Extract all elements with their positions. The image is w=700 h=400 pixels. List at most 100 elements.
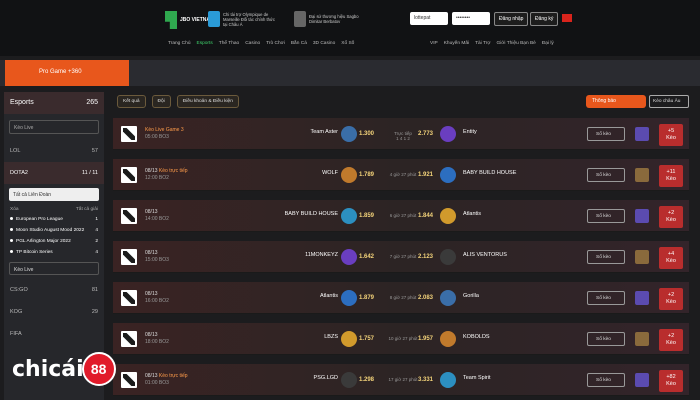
- nav-3d-casino[interactable]: 3D Casino: [313, 41, 335, 46]
- away-team: Gorilla: [463, 293, 479, 299]
- away-team-logo-icon: [440, 208, 456, 224]
- more-odds-button[interactable]: +2 Kèo: [659, 288, 683, 310]
- away-odds[interactable]: 3.331: [418, 377, 433, 383]
- more-odds-button[interactable]: +4 Kèo: [659, 247, 683, 269]
- away-odds[interactable]: 2.773: [418, 131, 433, 137]
- match-time-remaining: Trực tiếp 1 4 1 2: [394, 131, 412, 141]
- home-odds[interactable]: 1.789: [359, 172, 374, 178]
- sidebar-item-kog[interactable]: KOG 29: [4, 301, 104, 323]
- watermark-logo: chicái 88: [12, 352, 116, 386]
- partner-om: Chi tài trợ Olympique de Marseille Đối t…: [208, 11, 279, 27]
- match-row[interactable]: 08/13 15:00 BO3 11MONKEYZ 1.642 7 giờ 27 …: [113, 241, 689, 273]
- odds-book-button[interactable]: Sổ kèo: [587, 291, 625, 305]
- home-team: 11MONKEYZ: [305, 252, 338, 258]
- match-row[interactable]: Kèo Live Game 3 05:00 BO3 Team Aster 1.30…: [113, 118, 689, 150]
- game-label: LOL: [10, 148, 21, 154]
- nav-fishing[interactable]: Bắn Cá: [291, 41, 307, 46]
- match-row[interactable]: 08/13 14:00 BO2 BABY BUILD HOUSE 1.859 6 …: [113, 200, 689, 232]
- odds-book-button[interactable]: Sổ kèo: [587, 168, 625, 182]
- home-odds[interactable]: 1.298: [359, 377, 374, 383]
- match-row[interactable]: 08/13 16:00 BO2 Atlantis 1.879 8 giờ 27 p…: [113, 282, 689, 314]
- league-item[interactable]: PGL Arlington Major 2022 2: [4, 236, 104, 247]
- match-time-remaining: 10 giờ 27 phút: [388, 336, 418, 341]
- main-nav: Trang Chủ Esports Thể Thao Casino Trò Ch…: [168, 41, 354, 46]
- odds-book-button[interactable]: Sổ kèo: [587, 373, 625, 387]
- more-odds-button[interactable]: +5 Kèo: [659, 124, 683, 146]
- sidebar-item-lol[interactable]: LOL 57: [4, 140, 104, 162]
- brand-logo[interactable]: JBO VIETNAM: [165, 11, 214, 29]
- team-filter[interactable]: Đội: [151, 95, 171, 108]
- nav-casino[interactable]: Casino: [245, 41, 260, 46]
- home-team: PSG.LGD: [313, 375, 338, 381]
- register-button[interactable]: Đăng ký: [530, 12, 559, 26]
- tab-pro-game[interactable]: Pro Game +360: [5, 60, 129, 86]
- more-odds-button[interactable]: +82 Kèo: [659, 370, 683, 392]
- home-odds[interactable]: 1.757: [359, 336, 374, 342]
- home-team: Atlantis: [319, 293, 338, 299]
- sidebar-item-fifa[interactable]: FIFA: [4, 323, 104, 345]
- home-odds[interactable]: 1.300: [359, 131, 374, 137]
- match-row[interactable]: 08/13 Kèo trực tiếp 01:00 BO3 PSG.LGD 1.2…: [113, 364, 689, 396]
- terms-filter[interactable]: Điều khoản & Điều kiện: [176, 95, 239, 108]
- league-item[interactable]: Moon Studio August Mood 2022 4: [4, 225, 104, 236]
- odds-book-button[interactable]: Sổ kèo: [587, 332, 625, 346]
- nav-home[interactable]: Trang Chủ: [168, 41, 191, 46]
- match-meta: Kèo Live Game 3 05:00 BO3: [145, 127, 184, 140]
- home-team: Team Aster: [310, 129, 338, 135]
- nav-sponsorship[interactable]: Tài Trợ: [475, 41, 490, 46]
- away-odds[interactable]: 2.083: [418, 295, 433, 301]
- away-team: BABY BUILD HOUSE: [463, 170, 517, 176]
- login-button[interactable]: Đăng nhập: [494, 12, 529, 26]
- live-odds-filter[interactable]: Kèo Live: [9, 120, 99, 134]
- select-all-link[interactable]: Tất cả giải: [76, 207, 98, 212]
- notification-button[interactable]: Thông báo: [586, 95, 646, 108]
- nav-sports[interactable]: Thể Thao: [219, 41, 239, 46]
- password-input[interactable]: ••••••••: [452, 12, 490, 25]
- league-select[interactable]: Tất cả Liên Đoàn: [9, 188, 99, 201]
- odds-book-button[interactable]: Sổ kèo: [587, 250, 625, 264]
- home-odds[interactable]: 1.879: [359, 295, 374, 301]
- match-row[interactable]: 08/13 Kèo trực tiếp 12:00 BO2 WOLF 1.789 …: [113, 159, 689, 191]
- away-odds[interactable]: 1.921: [418, 172, 433, 178]
- home-odds[interactable]: 1.859: [359, 213, 374, 219]
- away-odds[interactable]: 1.844: [418, 213, 433, 219]
- odds-book-button[interactable]: Sổ kèo: [587, 127, 625, 141]
- away-team: Entity: [463, 129, 477, 135]
- nav-lottery[interactable]: Xổ Số: [341, 41, 354, 46]
- away-team-logo-icon: [440, 290, 456, 306]
- sidebar-item-dota2[interactable]: DOTA2 11 / 11: [4, 162, 104, 184]
- nav-games[interactable]: Trò Chơi: [266, 41, 285, 46]
- odds-format-button[interactable]: Kèo châu Âu: [649, 95, 689, 108]
- game-label: FIFA: [10, 331, 22, 337]
- match-row[interactable]: 08/13 18:00 BO2 LBZS 1.757 10 giờ 27 phút…: [113, 323, 689, 355]
- results-filter[interactable]: Kết quả: [117, 95, 146, 108]
- match-time-remaining: 6 giờ 27 phút: [389, 213, 417, 218]
- league-item[interactable]: European Pro League 1: [4, 214, 104, 225]
- home-team: WOLF: [322, 170, 338, 176]
- nav-vip[interactable]: VIP: [430, 41, 438, 46]
- more-odds-button[interactable]: +2 Kèo: [659, 206, 683, 228]
- nav-promotions[interactable]: Khuyến Mãi: [444, 41, 469, 46]
- league-item[interactable]: TP Bitcoin Series 4: [4, 247, 104, 258]
- league-badge-icon: [635, 250, 649, 264]
- live-odds-button[interactable]: Kèo Live: [9, 262, 99, 275]
- nav-agent[interactable]: Đại lý: [542, 41, 554, 46]
- dota2-icon: [121, 126, 137, 142]
- language-flag-icon[interactable]: [562, 14, 572, 22]
- home-team-logo-icon: [341, 290, 357, 306]
- away-odds[interactable]: 2.123: [418, 254, 433, 260]
- more-odds-button[interactable]: +11 Kèo: [659, 165, 683, 187]
- nav-esports[interactable]: Esports: [197, 41, 213, 46]
- home-team-logo-icon: [341, 331, 357, 347]
- more-odds-button[interactable]: +2 Kèo: [659, 329, 683, 351]
- odds-book-button[interactable]: Sổ kèo: [587, 209, 625, 223]
- nav-referral[interactable]: Giới Thiệu Bạn Bè: [496, 41, 535, 46]
- sidebar-item-csgo[interactable]: CS:GO 81: [4, 279, 104, 301]
- away-odds[interactable]: 1.957: [418, 336, 433, 342]
- clear-link[interactable]: Xóa: [10, 207, 19, 212]
- sidebar-title: Esports: [10, 99, 34, 106]
- home-odds[interactable]: 1.642: [359, 254, 374, 260]
- username-input[interactable]: lottepat: [410, 12, 448, 25]
- sidebar-count: 265: [86, 99, 98, 106]
- match-meta: 08/13 14:00 BO2: [145, 209, 169, 222]
